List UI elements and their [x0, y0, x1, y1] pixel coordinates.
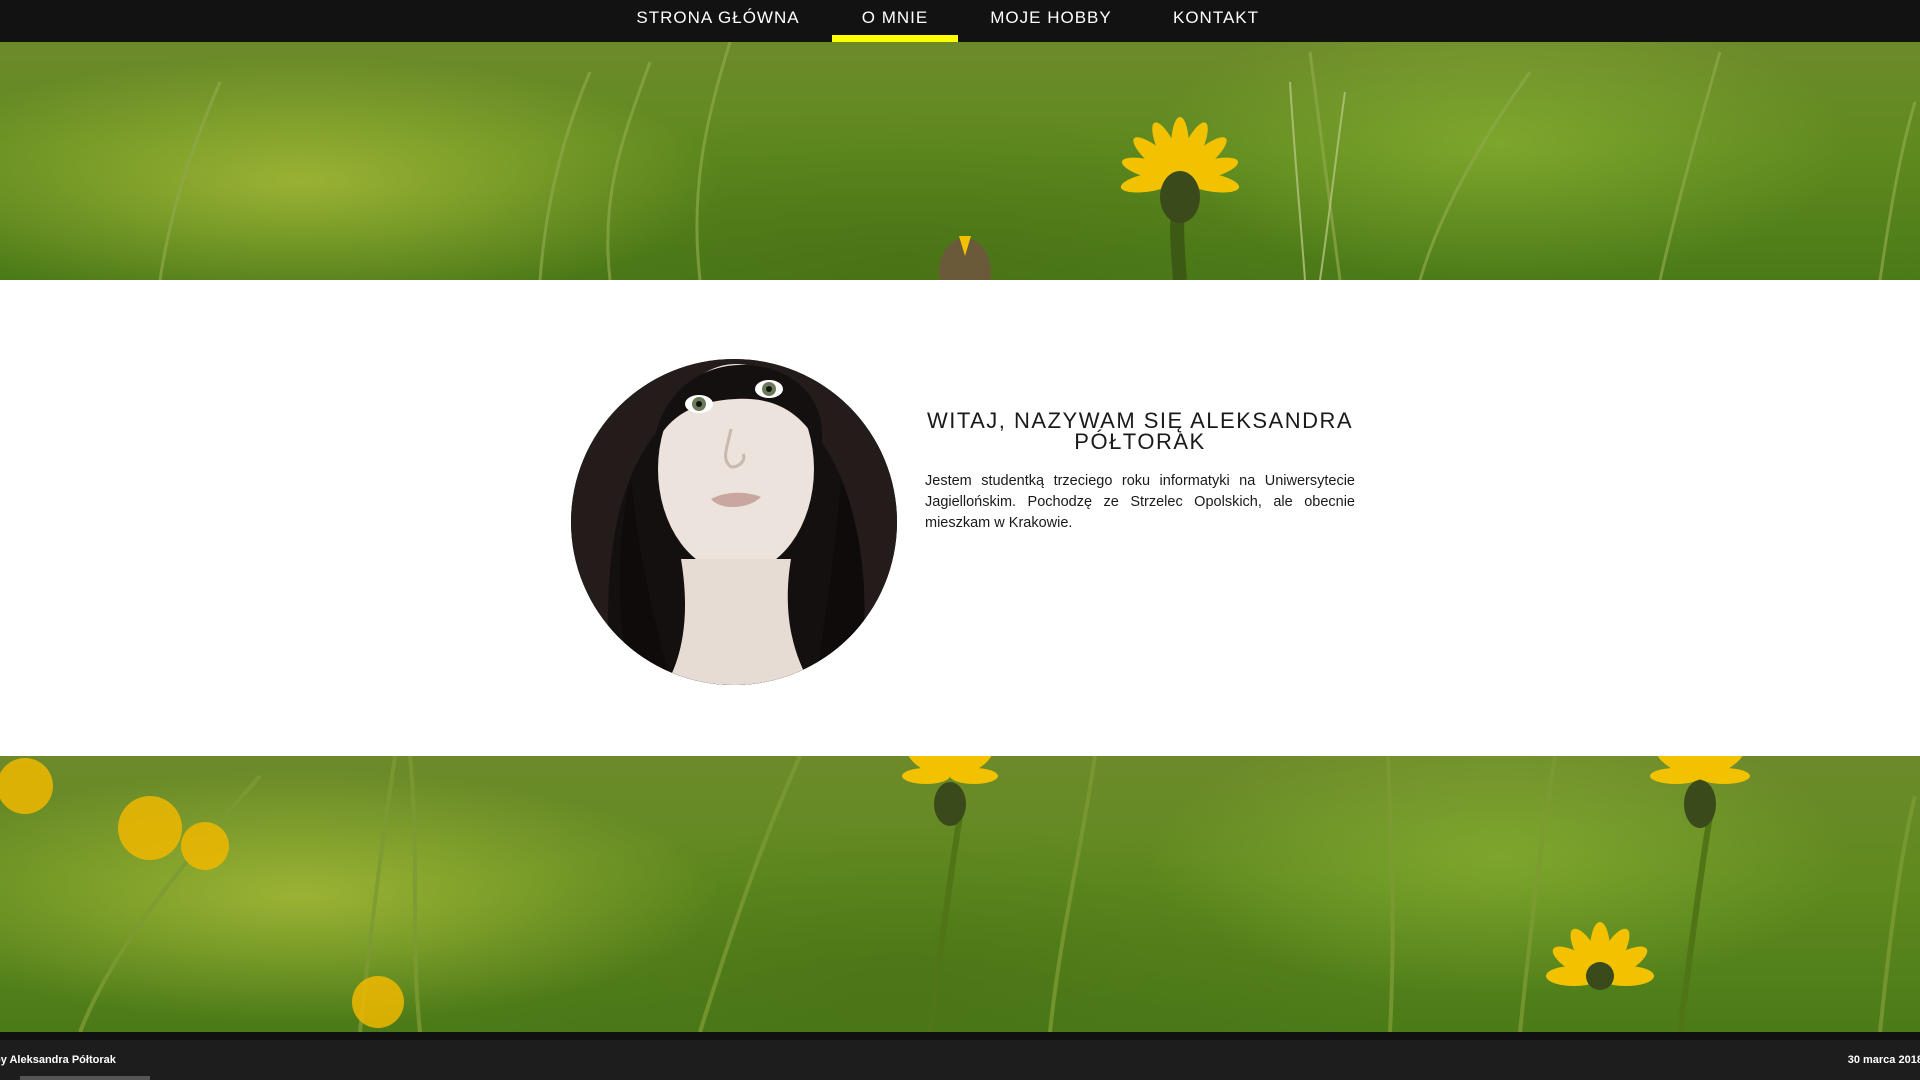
flower-bud: [939, 236, 991, 280]
blurred-flower: [0, 758, 53, 814]
nav-menu: STRONA GŁÓWNA O MNIE MOJE HOBBY KONTAKT: [0, 0, 1920, 42]
about-description: Jestem studentką trzeciego roku informat…: [925, 473, 1355, 531]
blurred-flower: [118, 796, 182, 860]
portrait-illustration: [571, 359, 897, 685]
footer-meadow-banner: [0, 756, 1920, 1032]
nav-item-home[interactable]: STRONA GŁÓWNA: [625, 0, 811, 42]
nav-item-about[interactable]: O MNIE: [832, 0, 958, 42]
footer-author: by Aleksandra Półtorak: [0, 1054, 116, 1066]
dandelion-flower: [1650, 756, 1750, 828]
meadow-illustration-bottom: [0, 756, 1917, 1032]
nav-item-contact[interactable]: KONTAKT: [1156, 0, 1276, 42]
footer-date: 30 marca 2018,: [1847, 1054, 1920, 1066]
dandelion-flower: [902, 756, 998, 826]
nav-item-hobby[interactable]: MOJE HOBBY: [978, 0, 1124, 42]
header-meadow-banner: [0, 42, 1920, 280]
profile-photo: [571, 359, 897, 685]
dandelion-flower: [1120, 117, 1240, 223]
meadow-illustration: [158, 42, 1917, 280]
top-navigation: STRONA GŁÓWNA O MNIE MOJE HOBBY KONTAKT: [0, 0, 1920, 42]
blurred-flower: [352, 976, 404, 1028]
blurred-flower: [181, 822, 229, 870]
page-footer: by Aleksandra Półtorak 30 marca 2018,: [0, 1032, 1920, 1080]
dandelion-flower: [1546, 922, 1654, 990]
footer-scrollbar: [20, 1076, 150, 1080]
about-heading: WITAJ, NAZYWAM SIĘ ALEKSANDRA PÓŁTORAK: [926, 408, 1354, 454]
